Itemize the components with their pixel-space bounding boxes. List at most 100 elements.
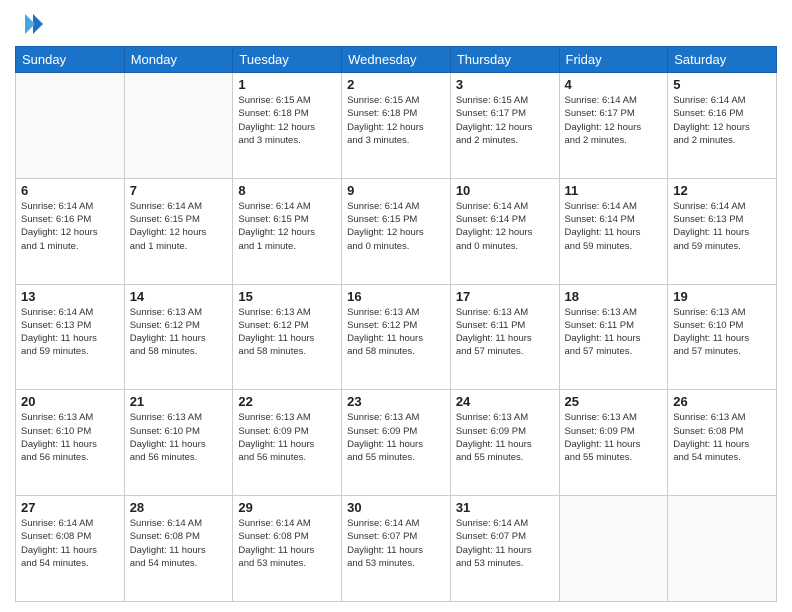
day-info: Sunrise: 6:13 AM Sunset: 6:09 PM Dayligh… [456,411,554,464]
day-info: Sunrise: 6:13 AM Sunset: 6:11 PM Dayligh… [565,306,663,359]
calendar-cell [559,496,668,602]
weekday-header-saturday: Saturday [668,47,777,73]
calendar-cell [668,496,777,602]
day-number: 14 [130,289,228,304]
calendar-cell: 17 Sunrise: 6:13 AM Sunset: 6:11 PM Dayli… [450,284,559,390]
day-info: Sunrise: 6:14 AM Sunset: 6:16 PM Dayligh… [21,200,119,253]
day-number: 3 [456,77,554,92]
day-info: Sunrise: 6:14 AM Sunset: 6:13 PM Dayligh… [673,200,771,253]
day-info: Sunrise: 6:14 AM Sunset: 6:14 PM Dayligh… [456,200,554,253]
day-number: 8 [238,183,336,198]
day-info: Sunrise: 6:14 AM Sunset: 6:13 PM Dayligh… [21,306,119,359]
day-info: Sunrise: 6:14 AM Sunset: 6:15 PM Dayligh… [130,200,228,253]
day-number: 28 [130,500,228,515]
day-info: Sunrise: 6:14 AM Sunset: 6:08 PM Dayligh… [130,517,228,570]
calendar-week-4: 27 Sunrise: 6:14 AM Sunset: 6:08 PM Dayli… [16,496,777,602]
day-number: 21 [130,394,228,409]
day-number: 15 [238,289,336,304]
calendar-cell: 12 Sunrise: 6:14 AM Sunset: 6:13 PM Dayli… [668,178,777,284]
calendar-week-3: 20Sunrise: 6:13 AM Sunset: 6:10 PM Dayli… [16,390,777,496]
calendar-cell: 3 Sunrise: 6:15 AM Sunset: 6:17 PM Daylig… [450,73,559,179]
calendar-cell [124,73,233,179]
calendar-cell: 21 Sunrise: 6:13 AM Sunset: 6:10 PM Dayli… [124,390,233,496]
day-number: 29 [238,500,336,515]
weekday-header-sunday: Sunday [16,47,125,73]
day-number: 2 [347,77,445,92]
calendar-cell: 18 Sunrise: 6:13 AM Sunset: 6:11 PM Dayli… [559,284,668,390]
day-number: 18 [565,289,663,304]
calendar-cell: 26 Sunrise: 6:13 AM Sunset: 6:08 PM Dayli… [668,390,777,496]
calendar-cell: 20Sunrise: 6:13 AM Sunset: 6:10 PM Dayli… [16,390,125,496]
calendar-cell: 22Sunrise: 6:13 AM Sunset: 6:09 PM Dayli… [233,390,342,496]
day-number: 17 [456,289,554,304]
day-info: Sunrise: 6:13 AM Sunset: 6:12 PM Dayligh… [347,306,445,359]
day-info: Sunrise: 6:14 AM Sunset: 6:16 PM Dayligh… [673,94,771,147]
day-info: Sunrise: 6:14 AM Sunset: 6:07 PM Dayligh… [456,517,554,570]
calendar-cell: 31 Sunrise: 6:14 AM Sunset: 6:07 PM Dayli… [450,496,559,602]
calendar-cell: 7Sunrise: 6:14 AM Sunset: 6:15 PM Daylig… [124,178,233,284]
calendar-cell: 13 Sunrise: 6:14 AM Sunset: 6:13 PM Dayli… [16,284,125,390]
day-number: 31 [456,500,554,515]
calendar-cell: 16 Sunrise: 6:13 AM Sunset: 6:12 PM Dayli… [342,284,451,390]
day-number: 22 [238,394,336,409]
calendar-week-0: 1 Sunrise: 6:15 AM Sunset: 6:18 PM Daylig… [16,73,777,179]
calendar-cell [16,73,125,179]
calendar-cell: 25Sunrise: 6:13 AM Sunset: 6:09 PM Dayli… [559,390,668,496]
day-number: 26 [673,394,771,409]
calendar-cell: 19 Sunrise: 6:13 AM Sunset: 6:10 PM Dayli… [668,284,777,390]
calendar-cell: 9Sunrise: 6:14 AM Sunset: 6:15 PM Daylig… [342,178,451,284]
day-info: Sunrise: 6:14 AM Sunset: 6:08 PM Dayligh… [21,517,119,570]
logo [15,10,47,38]
day-info: Sunrise: 6:13 AM Sunset: 6:09 PM Dayligh… [347,411,445,464]
day-number: 12 [673,183,771,198]
day-number: 30 [347,500,445,515]
day-info: Sunrise: 6:13 AM Sunset: 6:10 PM Dayligh… [130,411,228,464]
day-info: Sunrise: 6:14 AM Sunset: 6:14 PM Dayligh… [565,200,663,253]
day-number: 6 [21,183,119,198]
day-number: 10 [456,183,554,198]
day-info: Sunrise: 6:15 AM Sunset: 6:17 PM Dayligh… [456,94,554,147]
day-number: 9 [347,183,445,198]
weekday-header-monday: Monday [124,47,233,73]
day-info: Sunrise: 6:13 AM Sunset: 6:11 PM Dayligh… [456,306,554,359]
page: SundayMondayTuesdayWednesdayThursdayFrid… [0,0,792,612]
calendar-cell: 11 Sunrise: 6:14 AM Sunset: 6:14 PM Dayli… [559,178,668,284]
day-number: 1 [238,77,336,92]
day-info: Sunrise: 6:13 AM Sunset: 6:10 PM Dayligh… [21,411,119,464]
weekday-header-wednesday: Wednesday [342,47,451,73]
day-number: 13 [21,289,119,304]
day-number: 27 [21,500,119,515]
day-info: Sunrise: 6:13 AM Sunset: 6:10 PM Dayligh… [673,306,771,359]
weekday-header-tuesday: Tuesday [233,47,342,73]
calendar-cell: 15 Sunrise: 6:13 AM Sunset: 6:12 PM Dayli… [233,284,342,390]
calendar-week-2: 13 Sunrise: 6:14 AM Sunset: 6:13 PM Dayli… [16,284,777,390]
day-number: 19 [673,289,771,304]
day-number: 23 [347,394,445,409]
day-info: Sunrise: 6:15 AM Sunset: 6:18 PM Dayligh… [238,94,336,147]
calendar-cell: 30 Sunrise: 6:14 AM Sunset: 6:07 PM Dayli… [342,496,451,602]
day-number: 24 [456,394,554,409]
calendar-cell: 27 Sunrise: 6:14 AM Sunset: 6:08 PM Dayli… [16,496,125,602]
calendar-cell: 10 Sunrise: 6:14 AM Sunset: 6:14 PM Dayli… [450,178,559,284]
calendar-cell: 2 Sunrise: 6:15 AM Sunset: 6:18 PM Daylig… [342,73,451,179]
day-info: Sunrise: 6:14 AM Sunset: 6:07 PM Dayligh… [347,517,445,570]
logo-icon [15,10,43,38]
day-info: Sunrise: 6:14 AM Sunset: 6:17 PM Dayligh… [565,94,663,147]
day-info: Sunrise: 6:13 AM Sunset: 6:08 PM Dayligh… [673,411,771,464]
day-info: Sunrise: 6:13 AM Sunset: 6:12 PM Dayligh… [238,306,336,359]
weekday-header-thursday: Thursday [450,47,559,73]
calendar-cell: 24 Sunrise: 6:13 AM Sunset: 6:09 PM Dayli… [450,390,559,496]
day-number: 11 [565,183,663,198]
calendar-cell: 6 Sunrise: 6:14 AM Sunset: 6:16 PM Daylig… [16,178,125,284]
day-number: 16 [347,289,445,304]
calendar-cell: 1 Sunrise: 6:15 AM Sunset: 6:18 PM Daylig… [233,73,342,179]
calendar-cell: 14Sunrise: 6:13 AM Sunset: 6:12 PM Dayli… [124,284,233,390]
day-info: Sunrise: 6:14 AM Sunset: 6:15 PM Dayligh… [238,200,336,253]
header [15,10,777,38]
calendar-cell: 28 Sunrise: 6:14 AM Sunset: 6:08 PM Dayli… [124,496,233,602]
calendar-cell: 8 Sunrise: 6:14 AM Sunset: 6:15 PM Daylig… [233,178,342,284]
weekday-header-row: SundayMondayTuesdayWednesdayThursdayFrid… [16,47,777,73]
weekday-header-friday: Friday [559,47,668,73]
calendar-cell: 5Sunrise: 6:14 AM Sunset: 6:16 PM Daylig… [668,73,777,179]
day-info: Sunrise: 6:15 AM Sunset: 6:18 PM Dayligh… [347,94,445,147]
